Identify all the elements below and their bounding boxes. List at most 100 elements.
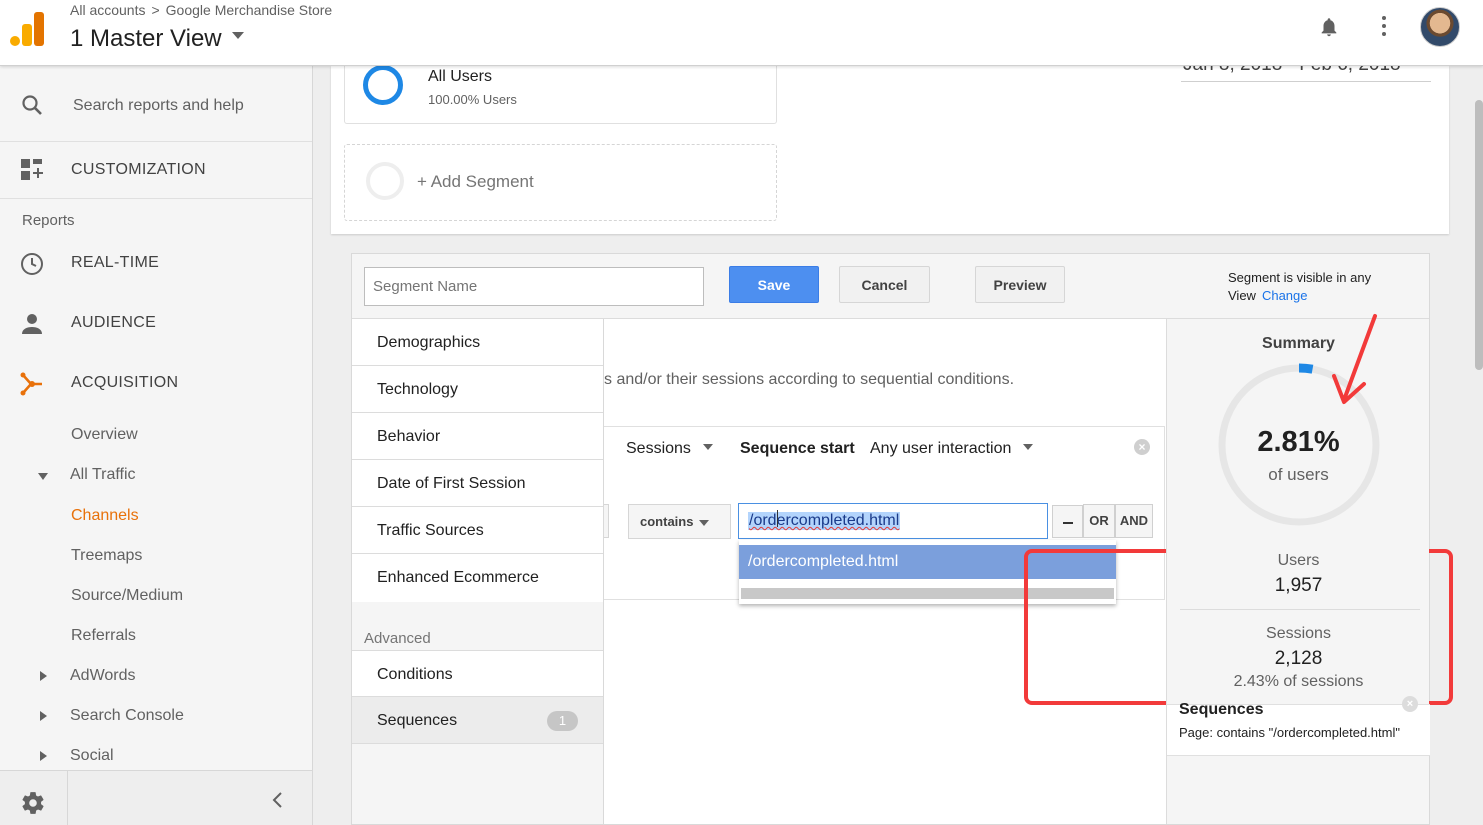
sequences-summary-title: Sequences [1179,701,1264,718]
sessions-label: Sessions [1266,625,1331,642]
expand-right-icon [40,711,47,721]
sidebar-search[interactable]: Search reports and help [0,66,312,142]
caret-down-icon [702,443,713,450]
sequence-start-selector[interactable]: Any user interaction [870,440,1034,458]
sidebar-item-referrals[interactable]: Referrals [71,627,136,645]
segment-percentage: 100.00% Users [428,92,517,107]
sidebar-item-social[interactable]: Social [0,743,312,773]
sequences-summary: Sequences Page: contains "/ordercomplete… [1167,696,1430,756]
preview-button[interactable]: Preview [975,266,1065,303]
category-demographics[interactable]: Demographics [352,319,603,366]
sidebar-item-label: REAL-TIME [71,254,160,271]
segment-builder: Save Cancel Preview Segment is visible i… [351,253,1453,825]
reports-heading: Reports [22,212,75,229]
summary-percentage: 2.81% [1257,426,1340,458]
empty-segment-ring-icon [366,162,404,200]
analytics-logo[interactable] [10,10,44,46]
sidebar-item-search-console[interactable]: Search Console [0,703,312,733]
collapse-sidebar-icon[interactable] [270,791,286,809]
remove-sequence-icon[interactable]: × [1402,696,1418,712]
category-label: Enhanced Ecommerce [377,569,539,586]
sequence-editor: s and/or their sessions according to seq… [604,319,1453,824]
condition-value-input[interactable]: /ordercompleted.html [738,503,1048,539]
breadcrumb: All accounts > Google Merchandise Store [70,2,332,18]
sequence-description: s and/or their sessions according to seq… [604,371,1015,388]
dimension-selector[interactable] [604,504,609,538]
sequences-summary-detail: Page: contains "/ordercompleted.html" [1179,725,1400,740]
acquisition-icon [20,372,42,396]
admin-button[interactable] [0,771,68,825]
breadcrumb-all-accounts[interactable]: All accounts [70,2,145,18]
main-content: All Users 100.00% Users + Add Segment Ja… [313,54,1483,825]
sidebar: Search reports and help CUSTOMIZATION Re… [0,66,313,825]
cancel-button[interactable]: Cancel [839,266,930,303]
sidebar-item-channels[interactable]: Channels [71,507,139,525]
more-options-icon[interactable] [1378,16,1390,38]
page-scrollbar[interactable] [1475,100,1483,370]
sidebar-item-source-medium[interactable]: Source/Medium [71,587,183,605]
sequence-start-value: Any user interaction [870,440,1012,457]
condition-value-text: /ordercompleted.html [748,512,901,530]
category-technology[interactable]: Technology [352,366,603,413]
save-button[interactable]: Save [729,266,819,303]
category-label: Date of First Session [377,475,526,492]
breadcrumb-separator: > [151,2,160,18]
caret-down-icon [1023,443,1034,450]
sidebar-item-label: All Traffic [70,466,136,483]
or-button[interactable]: OR [1083,504,1115,538]
sequence-start-label: Sequence start [740,440,855,457]
sidebar-footer [0,770,312,825]
avatar[interactable] [1420,7,1460,47]
change-visibility-link[interactable]: Change [1262,288,1308,303]
category-behavior[interactable]: Behavior [352,413,603,460]
sidebar-item-label: Search Console [70,707,184,724]
add-segment-button[interactable]: + Add Segment [344,144,777,221]
category-label: Conditions [377,666,453,683]
scope-selector[interactable]: Sessions [626,440,713,458]
sidebar-item-adwords[interactable]: AdWords [0,663,312,693]
view-selector[interactable]: 1 Master View [70,25,244,53]
segment-all-users[interactable]: All Users 100.00% Users [344,64,777,124]
sidebar-item-customization[interactable]: CUSTOMIZATION [0,143,312,199]
remove-step-icon[interactable]: × [1134,439,1150,455]
view-title: 1 Master View [70,25,222,52]
advanced-heading: Advanced [364,630,431,647]
expand-down-icon [38,473,48,480]
summary-panel: Summary 2.81% of users Users 1,957 Sessi… [1166,319,1430,824]
scope-label: Sessions [626,440,691,457]
sidebar-item-realtime[interactable]: REAL-TIME [0,244,312,284]
sidebar-item-label: CUSTOMIZATION [71,161,206,178]
category-label: Demographics [377,334,481,351]
sidebar-item-overview[interactable]: Overview [71,426,138,444]
sidebar-item-label: ACQUISITION [71,374,179,391]
category-traffic-sources[interactable]: Traffic Sources [352,507,603,554]
divider [1180,609,1420,610]
sidebar-item-label: AUDIENCE [71,314,157,331]
category-conditions[interactable]: Conditions [352,650,603,697]
category-sequences[interactable]: Sequences 1 [352,697,603,744]
sidebar-item-all-traffic[interactable]: All Traffic [0,462,312,492]
sidebar-item-acquisition[interactable]: ACQUISITION [0,364,312,404]
and-button[interactable]: AND [1115,504,1153,538]
sessions-value: 2,128 [1274,648,1323,669]
category-label: Traffic Sources [377,522,484,539]
sidebar-item-treemaps[interactable]: Treemaps [71,547,142,565]
category-label: Behavior [377,428,441,445]
sequences-count-badge: 1 [547,711,578,731]
builder-toolbar: Save Cancel Preview Segment is visible i… [352,254,1429,319]
person-icon [22,314,42,334]
remove-condition-button[interactable] [1052,505,1083,538]
clock-icon [21,253,43,275]
sidebar-item-label: AdWords [70,667,136,684]
segment-strip: All Users 100.00% Users + Add Segment Ja… [331,54,1449,234]
sidebar-item-label: Social [70,747,114,764]
operator-dropdown[interactable]: contains [628,504,731,539]
sidebar-item-audience[interactable]: AUDIENCE [0,304,312,344]
breadcrumb-property[interactable]: Google Merchandise Store [166,2,333,18]
category-enhanced-ecommerce[interactable]: Enhanced Ecommerce [352,554,603,602]
category-label: Technology [377,381,458,398]
visibility-note: Segment is visible in any View Change [1228,269,1428,305]
notifications-bell-icon[interactable] [1318,15,1340,39]
category-date-of-first-session[interactable]: Date of First Session [352,460,603,507]
segment-name-input[interactable] [364,267,704,306]
